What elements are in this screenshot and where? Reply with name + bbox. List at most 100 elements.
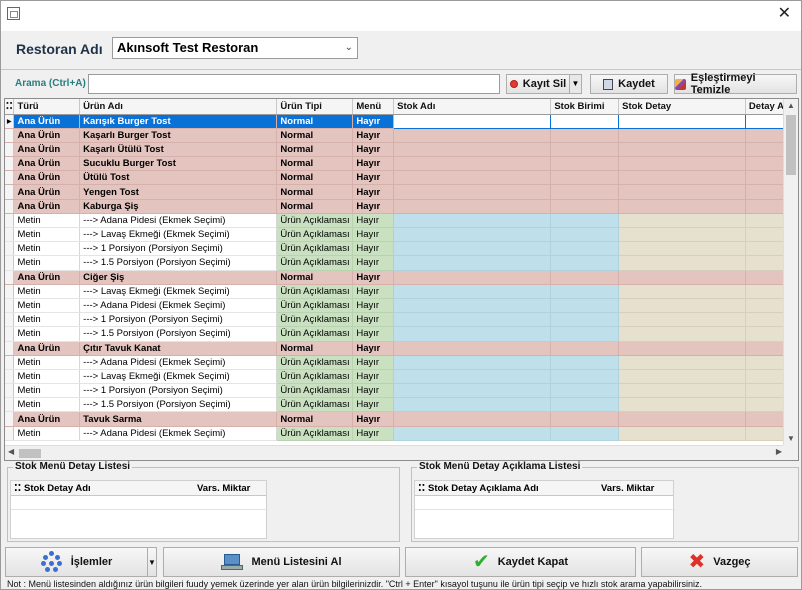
- grid-cell-tip[interactable]: Ürün Açıklaması: [276, 241, 354, 257]
- grid-cell-stok[interactable]: [393, 184, 552, 200]
- table-row[interactable]: Ana Ürün Sucuklu Burger Tost Normal Hayır: [5, 156, 785, 172]
- grid-cell-ad[interactable]: ---> 1.5 Porsiyon (Porsiyon Seçimi): [79, 326, 278, 342]
- grid-cell-birim[interactable]: [550, 298, 620, 314]
- table-row[interactable]: Ana Ürün Tavuk Sarma Normal Hayır: [5, 411, 785, 427]
- grid-cell-detaya[interactable]: [745, 326, 785, 342]
- grid-cell-ad[interactable]: Tavuk Sarma: [79, 411, 278, 427]
- grid-cell-detay[interactable]: [618, 326, 746, 342]
- grid-cell-detaya[interactable]: [745, 142, 785, 158]
- grid-cell-menu[interactable]: Hayır: [352, 114, 395, 129]
- grid-cell-detaya[interactable]: [745, 312, 785, 328]
- grid-cell-tip[interactable]: Normal: [276, 170, 354, 186]
- col-header[interactable]: Stok Adı: [393, 99, 552, 115]
- row-indicator[interactable]: [5, 355, 15, 370]
- table-row[interactable]: ▸ Ana Ürün Karışık Burger Tost Normal Hayır: [5, 113, 785, 129]
- row-indicator[interactable]: [5, 241, 15, 257]
- row-indicator[interactable]: [5, 213, 15, 229]
- grid-cell-menu[interactable]: Hayır: [352, 142, 395, 158]
- grid-cell-menu[interactable]: Hayır: [352, 199, 395, 214]
- table-row[interactable]: Ana Ürün Kaşarlı Ütülü Tost Normal Hayır: [5, 142, 785, 158]
- grid-cell-detay[interactable]: [618, 227, 746, 243]
- grid-cell-menu[interactable]: Hayır: [352, 397, 395, 413]
- grid-cell-tur[interactable]: Ana Ürün: [13, 114, 81, 129]
- grid-cell-menu[interactable]: Hayır: [352, 156, 395, 172]
- col-header[interactable]: Stok Detay: [618, 99, 746, 115]
- grid-cell-menu[interactable]: Hayır: [352, 355, 395, 370]
- row-indicator[interactable]: [5, 284, 15, 299]
- grid-cell-ad[interactable]: Yengen Tost: [79, 184, 278, 200]
- col-header[interactable]: Ürün Tipi: [276, 99, 354, 115]
- grid-cell-tip[interactable]: Ürün Açıklaması: [276, 227, 354, 243]
- grid-cell-tur[interactable]: Metin: [13, 369, 81, 385]
- row-indicator[interactable]: [5, 142, 15, 158]
- table-row[interactable]: Metin ---> Lavaş Ekmeği (Ekmek Seçimi) Ürü…: [5, 284, 785, 299]
- grid-cell-detay[interactable]: [618, 284, 746, 299]
- grid-cell-detaya[interactable]: [745, 284, 785, 299]
- grid-cell-stok[interactable]: [393, 298, 552, 314]
- grid-cell-stok[interactable]: [393, 255, 552, 271]
- grid-cell-birim[interactable]: [550, 383, 620, 399]
- grid-cell-birim[interactable]: [550, 184, 620, 200]
- scroll-thumb[interactable]: [786, 115, 796, 175]
- grid-cell-detaya[interactable]: [744, 113, 785, 129]
- scroll-thumb[interactable]: [19, 449, 41, 458]
- grid-cell-stok[interactable]: [393, 128, 552, 143]
- col-header[interactable]: Türü: [13, 99, 81, 115]
- grid-cell-birim[interactable]: [550, 128, 620, 143]
- table-row[interactable]: Metin ---> 1.5 Porsiyon (Porsiyon Seçimi)…: [5, 255, 785, 271]
- row-indicator[interactable]: [5, 312, 15, 328]
- grid-cell-birim[interactable]: [550, 156, 620, 172]
- grid-cell-ad[interactable]: Karışık Burger Tost: [79, 114, 278, 129]
- grid-cell-birim[interactable]: [550, 355, 620, 370]
- grid-cell-detaya[interactable]: [745, 227, 785, 243]
- row-indicator[interactable]: [5, 383, 15, 399]
- row-indicator[interactable]: [5, 156, 15, 172]
- row-indicator[interactable]: [5, 184, 15, 200]
- grid-cell-menu[interactable]: Hayır: [352, 184, 395, 200]
- grid-cell-menu[interactable]: Hayır: [352, 383, 395, 399]
- grid-cell-detaya[interactable]: [745, 383, 785, 399]
- grid-cell-ad[interactable]: Ciğer Şiş: [79, 270, 278, 285]
- grid-cell-birim[interactable]: [550, 241, 620, 257]
- grid-cell-birim[interactable]: [550, 284, 620, 299]
- grid-cell-detay[interactable]: [618, 142, 746, 158]
- row-indicator[interactable]: [5, 170, 15, 186]
- grid-cell-detaya[interactable]: [745, 213, 785, 229]
- grid-cell-detaya[interactable]: [745, 411, 785, 427]
- scroll-up-icon[interactable]: ▲: [787, 101, 795, 110]
- table-row[interactable]: Ana Ürün Kaşarlı Burger Tost Normal Hayır: [5, 128, 785, 143]
- grid-cell-birim[interactable]: [550, 397, 620, 413]
- grid-cell-stok[interactable]: [393, 411, 552, 427]
- row-indicator[interactable]: [5, 411, 15, 427]
- grid-cell-tur[interactable]: Ana Ürün: [13, 411, 81, 427]
- row-indicator[interactable]: [5, 369, 15, 385]
- grid-cell-birim[interactable]: [550, 142, 620, 158]
- grid-cell-menu[interactable]: Hayır: [352, 128, 395, 143]
- grid-cell-tip[interactable]: Normal: [276, 184, 354, 200]
- grid-cell-ad[interactable]: Ütülü Tost: [79, 170, 278, 186]
- grid-cell-birim[interactable]: [550, 255, 620, 271]
- grid-cell-ad[interactable]: ---> Adana Pidesi (Ekmek Seçimi): [79, 213, 278, 229]
- table-row[interactable]: Metin ---> 1.5 Porsiyon (Porsiyon Seçimi)…: [5, 326, 785, 342]
- grid-cell-tip[interactable]: Ürün Açıklaması: [276, 255, 354, 271]
- col-header[interactable]: Stok Birimi: [550, 99, 620, 115]
- row-indicator[interactable]: [5, 227, 15, 243]
- grid-cell-detay[interactable]: [618, 397, 746, 413]
- grid-cell-tip[interactable]: Ürün Açıklaması: [276, 426, 354, 441]
- grid-cell-tur[interactable]: Metin: [13, 284, 81, 299]
- scroll-left-icon[interactable]: ◀: [8, 447, 14, 456]
- grid-cell-detay[interactable]: [618, 184, 746, 200]
- grid-cell-tip[interactable]: Ürün Açıklaması: [276, 284, 354, 299]
- table-row[interactable]: Metin ---> Lavaş Ekmeği (Ekmek Seçimi) Ürü…: [5, 227, 785, 243]
- grid-cell-stok[interactable]: [393, 270, 552, 285]
- grid-cell-ad[interactable]: ---> 1 Porsiyon (Porsiyon Seçimi): [79, 241, 278, 257]
- grid-cell-stok[interactable]: [393, 156, 552, 172]
- col-header[interactable]: Detay A: [745, 99, 785, 115]
- grid-cell-tur[interactable]: Ana Ürün: [13, 170, 81, 186]
- grid-cell-ad[interactable]: Kaşarlı Burger Tost: [79, 128, 278, 143]
- grid-cell-ad[interactable]: ---> Lavaş Ekmeği (Ekmek Seçimi): [79, 369, 278, 385]
- table-row[interactable]: Metin ---> 1 Porsiyon (Porsiyon Seçimi) Ür…: [5, 241, 785, 257]
- grid-cell-tur[interactable]: Metin: [13, 255, 81, 271]
- grid-cell-tur[interactable]: Ana Ürün: [13, 128, 81, 143]
- row-indicator[interactable]: [5, 298, 15, 314]
